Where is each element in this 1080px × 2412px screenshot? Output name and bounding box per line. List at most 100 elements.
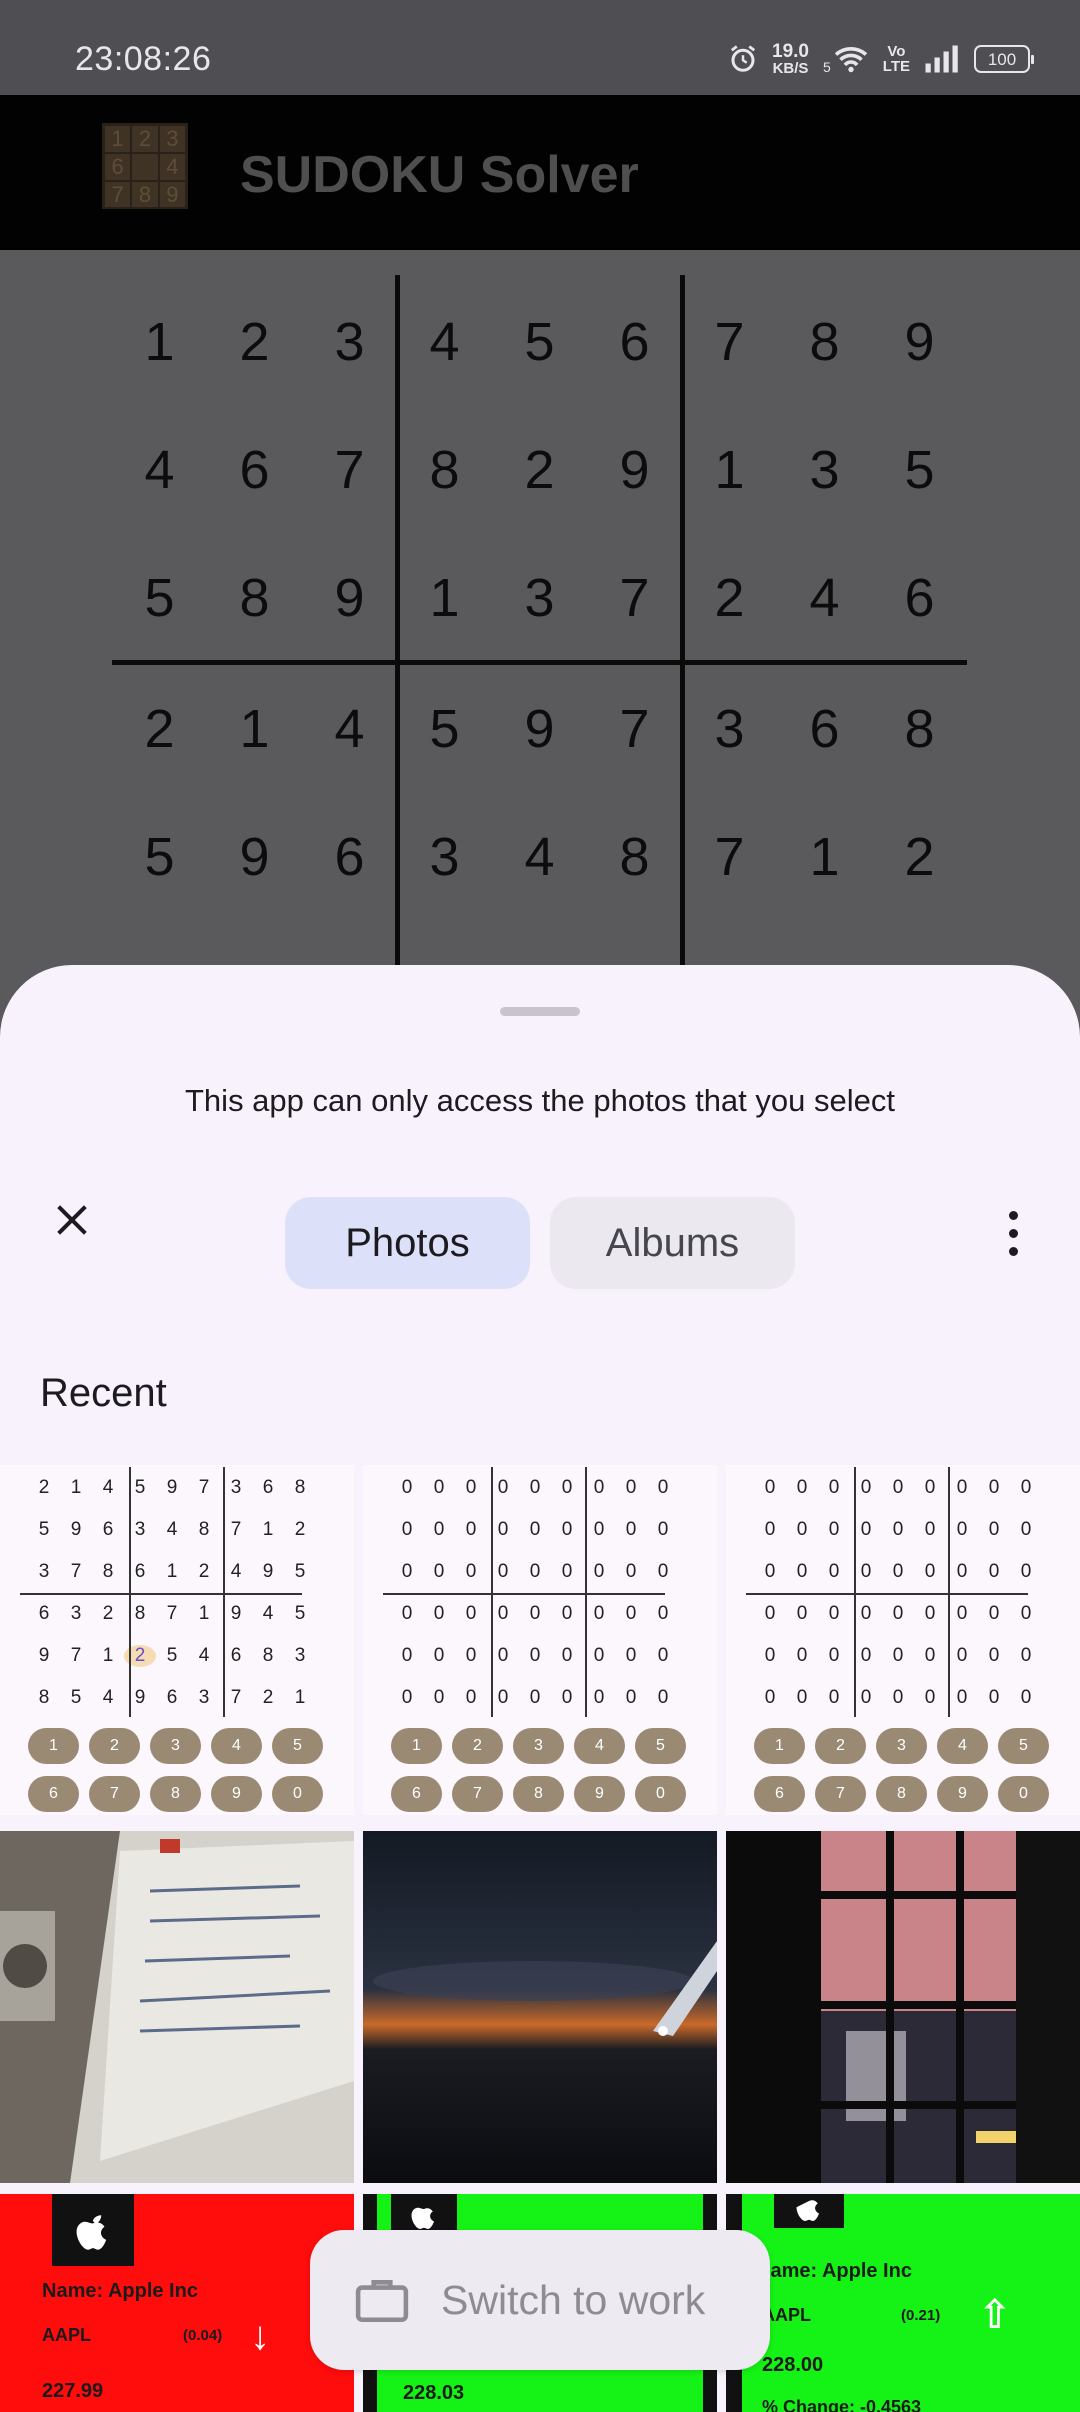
sudoku-cell[interactable]: 3 — [777, 406, 872, 534]
photo-thumbnail[interactable]: Name: Apple Inc AAPL (0.21) ⇧ 228.00 % C… — [726, 2194, 1080, 2412]
sudoku-cell[interactable]: 5 — [112, 793, 207, 921]
thumb-grid-row: 000000000 — [391, 1593, 683, 1635]
photo-thumbnail[interactable]: 0000000000000000000000000000000000000000… — [363, 1465, 717, 1815]
drag-handle[interactable] — [500, 1007, 580, 1016]
thumb-keypad-key: 8 — [150, 1776, 201, 1812]
sudoku-cell[interactable]: 4 — [302, 665, 397, 793]
sudoku-cell[interactable]: 2 — [682, 534, 777, 662]
switch-to-work-button[interactable]: Switch to work — [310, 2230, 770, 2370]
photo-thumbnail[interactable]: 0000000000000000000000000000000000000000… — [726, 1465, 1080, 1815]
board-row: 214597368 — [112, 665, 967, 793]
sudoku-cell[interactable]: 4 — [777, 534, 872, 662]
sudoku-cell[interactable]: 7 — [587, 665, 682, 793]
sudoku-cell[interactable]: 8 — [777, 278, 872, 406]
thumb-grid-line — [223, 1467, 225, 1717]
thumb-grid-cell: 0 — [593, 1477, 605, 1498]
sudoku-cell[interactable]: 4 — [397, 278, 492, 406]
sudoku-cell[interactable]: 6 — [207, 406, 302, 534]
sudoku-cell[interactable]: 3 — [492, 534, 587, 662]
thumb-grid-cell: 0 — [465, 1477, 477, 1498]
thumb-grid-line — [20, 1593, 302, 1595]
sudoku-cell[interactable]: 7 — [302, 406, 397, 534]
thumb-grid-cell: 0 — [401, 1687, 413, 1708]
wifi-icon — [834, 47, 867, 73]
thumb-grid-cell: 2 — [198, 1561, 210, 1582]
sudoku-cell[interactable]: 8 — [397, 406, 492, 534]
sudoku-cell[interactable]: 9 — [872, 278, 967, 406]
photo-thumbnail[interactable] — [726, 1831, 1080, 2183]
photo-thumbnail[interactable]: Name: Apple Inc AAPL (0.04) ↓ 227.99 — [0, 2194, 354, 2412]
sudoku-cell[interactable]: 9 — [302, 534, 397, 662]
sudoku-cell[interactable]: 1 — [777, 793, 872, 921]
sudoku-cell[interactable]: 7 — [587, 534, 682, 662]
sudoku-cell[interactable]: 2 — [112, 665, 207, 793]
photo-thumbnail[interactable] — [363, 1831, 717, 2183]
sudoku-cell[interactable]: 2 — [207, 278, 302, 406]
sudoku-cell[interactable]: 8 — [872, 665, 967, 793]
sudoku-cell[interactable]: 9 — [492, 665, 587, 793]
thumb-grid-cell: 0 — [657, 1561, 669, 1582]
sudoku-cell[interactable]: 9 — [587, 406, 682, 534]
photo-thumbnail[interactable]: 2145973685963487123786124956328719459712… — [0, 1465, 354, 1815]
thumb-keypad-key: 8 — [876, 1776, 927, 1812]
tab-photos[interactable]: Photos — [285, 1197, 530, 1289]
network-speed: 19.0 KB/S — [772, 42, 809, 76]
thumb-grid-cell: 0 — [625, 1687, 637, 1708]
thumb-keypad-key: 9 — [937, 1776, 988, 1812]
sudoku-cell[interactable]: 6 — [777, 665, 872, 793]
sudoku-cell[interactable]: 6 — [302, 793, 397, 921]
thumb-grid-cell: 5 — [166, 1645, 178, 1666]
close-button[interactable] — [42, 1190, 102, 1250]
sudoku-cell[interactable]: 3 — [302, 278, 397, 406]
sudoku-cell[interactable]: 1 — [207, 665, 302, 793]
sudoku-cell[interactable]: 1 — [397, 534, 492, 662]
sudoku-cell[interactable]: 4 — [492, 793, 587, 921]
tab-albums[interactable]: Albums — [550, 1197, 795, 1289]
arrow-down-icon: ↓ — [250, 2314, 270, 2358]
thumb-grid-row: 000000000 — [754, 1551, 1046, 1593]
thumb-keypad-key: 4 — [211, 1728, 262, 1764]
sudoku-cell[interactable]: 7 — [682, 278, 777, 406]
sudoku-cell[interactable]: 8 — [587, 793, 682, 921]
thumb-grid-cell: 0 — [593, 1561, 605, 1582]
thumb-grid-cell: 7 — [70, 1561, 82, 1582]
thumb-grid-cell: 0 — [529, 1477, 541, 1498]
thumb-grid-cell: 0 — [593, 1603, 605, 1624]
sudoku-cell[interactable]: 5 — [492, 278, 587, 406]
app-title: SUDOKU Solver — [240, 146, 639, 204]
sudoku-cell[interactable]: 2 — [872, 793, 967, 921]
logo-digit: 8 — [131, 181, 159, 209]
sudoku-cell[interactable]: 1 — [682, 406, 777, 534]
sudoku-cell[interactable]: 1 — [112, 278, 207, 406]
sudoku-cell[interactable]: 5 — [872, 406, 967, 534]
sudoku-cell[interactable]: 3 — [397, 793, 492, 921]
thumb-grid-cell: 9 — [262, 1561, 274, 1582]
logo-digit: 3 — [158, 125, 186, 153]
thumb-grid-cell: 1 — [70, 1477, 82, 1498]
thumb-grid-cell: 6 — [38, 1603, 50, 1624]
board-row: 589137246 — [112, 534, 967, 662]
more-options-button[interactable] — [990, 1200, 1036, 1266]
sudoku-cell[interactable]: 5 — [112, 534, 207, 662]
thumb-grid-cell: 0 — [764, 1519, 776, 1540]
arrow-up-icon: ⇧ — [978, 2293, 1012, 2337]
sudoku-cell[interactable]: 8 — [207, 534, 302, 662]
sudoku-cell[interactable]: 9 — [207, 793, 302, 921]
sudoku-cell[interactable]: 4 — [112, 406, 207, 534]
thumb-grid-row: 000000000 — [754, 1593, 1046, 1635]
sudoku-cell[interactable]: 7 — [682, 793, 777, 921]
thumb-grid-cell: 0 — [796, 1687, 808, 1708]
sudoku-cell[interactable]: 5 — [397, 665, 492, 793]
thumb-grid-cell: 0 — [956, 1519, 968, 1540]
sudoku-cell[interactable]: 3 — [682, 665, 777, 793]
sudoku-cell[interactable]: 6 — [587, 278, 682, 406]
status-icons: 19.0 KB/S 5 Vo LTE 100 — [728, 42, 1034, 76]
thumb-grid-cell: 0 — [433, 1519, 445, 1540]
thumb-grid-cell: 0 — [892, 1519, 904, 1540]
sudoku-cell[interactable]: 2 — [492, 406, 587, 534]
thumb-grid-cell: 0 — [433, 1477, 445, 1498]
more-vert-icon — [1008, 1246, 1018, 1256]
photo-thumbnail[interactable] — [0, 1831, 354, 2183]
sudoku-cell[interactable]: 6 — [872, 534, 967, 662]
thumb-keypad: 12345 67890 — [28, 1728, 328, 1812]
